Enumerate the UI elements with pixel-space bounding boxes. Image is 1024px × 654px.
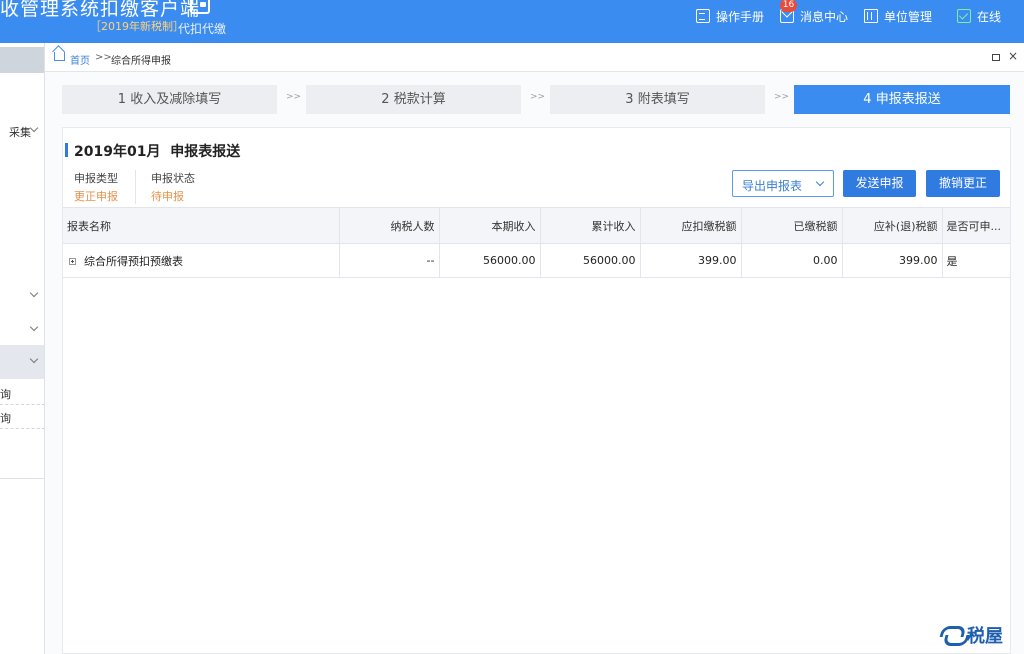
column-header[interactable]: 纳税人数 [339,207,440,244]
main-content: 1 收入及减除填写 >> 2 税款计算 >> 3 附表填写 >> 4 申报表报送… [45,72,1024,654]
sidebar-header-block [0,47,44,73]
breadcrumb-separator: >> [95,52,112,63]
sidebar: 采集 询 询 [0,43,45,654]
column-header[interactable]: 本期收入 [439,207,541,244]
panel-title: 申报表报送 [170,144,241,160]
org-management-label: 单位管理 [884,9,933,24]
breadcrumb-current: 综合所得申报 [111,56,171,67]
current-income-cell: 56000.00 [439,243,541,278]
manual-link[interactable]: 操作手册 [696,7,764,25]
declare-type-value: 更正申报 [74,190,118,203]
column-header[interactable]: 是否可申... [942,207,1010,244]
app-header: 收管理系统扣缴客户端 ［2019年新税制］ 代扣代缴 操作手册 消息中心 16 … [0,0,1024,43]
expand-icon[interactable] [69,258,76,265]
wallet-icon [190,0,210,14]
can-declare-cell: 是 [942,243,1010,278]
breadcrumb: 首页 >> 综合所得申报 × [45,43,1024,72]
declare-type-label: 申报类型 [74,172,118,185]
watermark-text: 税屋 [967,626,1003,647]
chevron-down-icon [29,322,39,332]
sidebar-subitem-label: 询 [0,412,11,425]
sidebar-subitem-label: 询 [0,388,11,401]
export-report-dropdown[interactable]: 导出申报表 [732,170,834,197]
watermark-logo: 税屋 [940,622,1003,648]
chevron-down-icon [29,288,39,298]
report-name: 综合所得预扣预缴表 [84,254,183,268]
column-header[interactable]: 累计收入 [540,207,641,244]
online-icon [957,9,971,23]
online-status[interactable]: 在线 [957,7,1001,25]
chevron-down-icon [29,123,39,133]
breadcrumb-home-link[interactable]: 首页 [70,52,90,67]
step-report-submission[interactable]: 4 申报表报送 [794,85,1010,114]
message-count-badge: 16 [780,0,797,12]
sidebar-item-collapsed-2[interactable] [0,319,44,339]
title-accent-bar [65,143,68,157]
online-label: 在线 [977,9,1002,24]
sidebar-item-label: 采集 [9,126,31,139]
logo-mark-icon [940,624,964,646]
org-management-link[interactable]: 单位管理 [864,7,932,25]
cumulative-income-cell: 56000.00 [540,243,641,278]
mode-label[interactable]: 代扣代缴 [178,20,226,37]
message-center-label: 消息中心 [800,9,849,24]
sidebar-subitem-query-1[interactable]: 询 [0,381,44,405]
report-name-cell: 综合所得预扣预缴表 [63,243,340,278]
close-icon[interactable]: × [1008,49,1018,63]
table-row[interactable]: 综合所得预扣预缴表 -- 56000.00 56000.00 399.00 0.… [63,243,1010,278]
declare-status-value: 待申报 [151,190,184,203]
column-header[interactable]: 应扣缴税额 [640,207,742,244]
step-income-entry[interactable]: 1 收入及减除填写 [62,85,277,114]
export-report-label: 导出申报表 [742,179,803,193]
step-separator: >> [530,92,546,102]
meta-divider [135,170,136,204]
revoke-correction-button[interactable]: 撤销更正 [926,170,1000,197]
table-header-row: 报表名称 纳税人数 本期收入 累计收入 应扣缴税额 已缴税额 应补(退)税额 是… [63,207,1010,244]
declare-status-label: 申报状态 [151,172,195,185]
restore-window-icon[interactable] [992,54,1000,61]
column-header[interactable]: 已缴税额 [741,207,843,244]
tax-paid-cell: 0.00 [741,243,843,278]
submission-panel: 2019年01月 申报表报送 申报类型 更正申报 申报状态 待申报 导出申报表 … [62,127,1011,654]
sidebar-divider [0,478,44,479]
page-title: 2019年01月 申报表报送 [74,141,240,161]
report-table: 报表名称 纳税人数 本期收入 累计收入 应扣缴税额 已缴税额 应补(退)税额 是… [63,207,1010,278]
step-separator: >> [774,92,790,102]
sidebar-item-collapsed-1[interactable] [0,285,44,305]
column-header[interactable]: 应补(退)税额 [842,207,943,244]
sidebar-item-collect[interactable]: 采集 [0,121,44,141]
app-version-label: ［2019年新税制］ [90,20,184,33]
column-header[interactable]: 报表名称 [63,207,340,244]
period-label: 2019年01月 [74,144,161,160]
tax-due-cell: 399.00 [842,243,943,278]
send-declaration-button[interactable]: 发送申报 [843,170,916,197]
tax-withholding-cell: 399.00 [640,243,742,278]
step-separator: >> [286,92,302,102]
sidebar-item-expanded[interactable] [0,345,44,379]
step-tax-calculation[interactable]: 2 税款计算 [306,85,521,114]
sidebar-subitem-query-2[interactable]: 询 [0,405,44,429]
home-icon[interactable] [54,52,65,61]
chevron-down-icon [29,354,39,364]
manual-icon [696,9,710,23]
taxpayer-count-cell: -- [339,243,440,278]
manual-label: 操作手册 [716,9,765,24]
building-icon [864,9,878,23]
step-attachment-entry[interactable]: 3 附表填写 [550,85,765,114]
chevron-down-icon [815,177,825,187]
